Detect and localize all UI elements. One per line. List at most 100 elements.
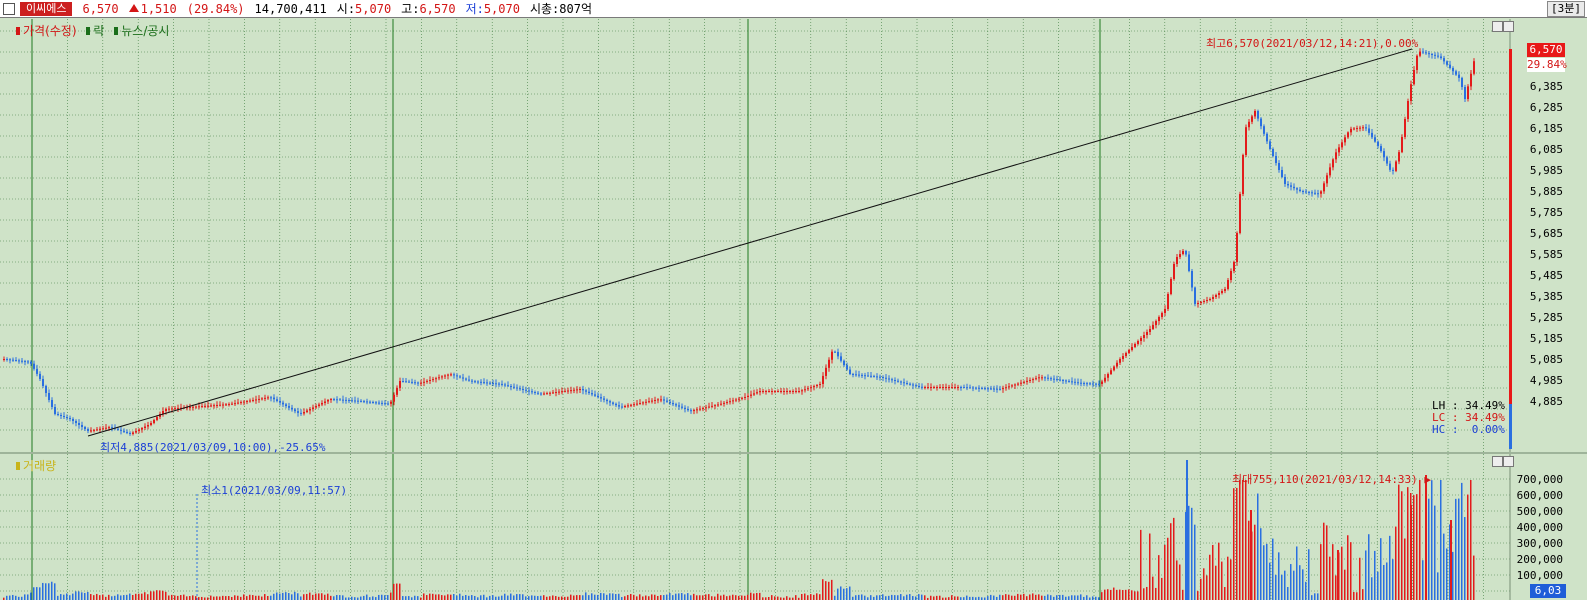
volume-bar: [813, 594, 815, 600]
volume-bar: [741, 595, 743, 600]
volume-bar: [108, 594, 110, 600]
volume-pane-maximize-icon[interactable]: [1492, 456, 1503, 467]
legend-price[interactable]: 가격(수정): [16, 24, 77, 38]
price-axis-tick: 6,385: [1529, 80, 1563, 93]
candle-body: [708, 406, 710, 408]
volume-pane-close-icon[interactable]: [1503, 456, 1514, 467]
volume-bar: [1023, 593, 1025, 600]
candle-body: [363, 401, 365, 403]
legend-ex-label: 락: [93, 24, 105, 38]
volume-bar: [885, 596, 887, 600]
volume-bar: [57, 595, 59, 600]
candle-body: [66, 417, 68, 418]
volume-bar: [294, 591, 296, 600]
volume-axis-tick: 300,000: [1516, 537, 1563, 550]
stock-header-bar: 이씨에스 6,570 1,510 (29.84%) 14,700,411 시:5…: [0, 0, 1587, 18]
candle-body: [582, 389, 584, 391]
candle-body: [549, 392, 551, 394]
volume-bar: [1464, 517, 1466, 600]
volume-bar: [1146, 586, 1148, 600]
volume-bar: [696, 595, 698, 600]
volume-bar: [933, 596, 935, 600]
volume-bar: [906, 594, 908, 600]
volume-bar: [738, 595, 740, 600]
volume-bar: [519, 594, 521, 600]
candle-body: [669, 401, 671, 403]
low-value: 5,070: [483, 2, 520, 16]
volume-bar: [120, 595, 122, 600]
candle-body: [45, 386, 47, 393]
volume-bar: [825, 581, 827, 600]
candle-body: [1083, 383, 1085, 385]
candle-body: [510, 386, 512, 387]
candle-body: [588, 391, 590, 394]
market-cap: 시총:807억: [530, 0, 592, 17]
candle-body: [540, 393, 542, 395]
volume-bar: [78, 591, 80, 600]
candle-body: [894, 380, 896, 381]
candle-body: [1062, 380, 1064, 381]
volume-bar: [834, 595, 836, 600]
candle-body: [630, 404, 632, 406]
volume-bar: [570, 594, 572, 600]
candle-body: [1266, 133, 1268, 142]
volume-bar: [156, 590, 158, 600]
candle-body: [543, 393, 545, 395]
volume-bar: [1347, 535, 1349, 600]
candle-body: [294, 409, 296, 412]
candle-body: [1293, 186, 1295, 189]
volume-bar: [117, 594, 119, 600]
candle-body: [81, 425, 83, 427]
pane-close-icon[interactable]: [1503, 21, 1514, 32]
candle-body: [387, 403, 389, 405]
volume-bar: [39, 587, 41, 600]
candle-body: [1434, 54, 1436, 56]
volume-bar: [870, 595, 872, 600]
stock-name[interactable]: 이씨에스: [20, 1, 73, 16]
volume-legend[interactable]: 거래량: [16, 457, 56, 474]
volume-bar: [1104, 589, 1106, 600]
legend-ex-rights[interactable]: 락: [86, 24, 104, 38]
volume-bar: [633, 594, 635, 600]
candle-body: [267, 397, 269, 399]
candle-body: [120, 429, 122, 431]
timeframe-button[interactable]: [3분]: [1547, 1, 1585, 17]
volume-bar: [1149, 533, 1151, 600]
pane-maximize-icon[interactable]: [1492, 21, 1503, 32]
candle-body: [297, 411, 299, 413]
candle-body: [738, 398, 740, 400]
legend-news[interactable]: 뉴스/공시: [114, 24, 169, 38]
candle-body: [1161, 313, 1163, 317]
volume-bar: [141, 593, 143, 600]
volume-bar: [681, 593, 683, 600]
trend-line[interactable]: [87, 48, 1413, 437]
volume-bar: [90, 594, 92, 600]
volume-bar: [918, 594, 920, 600]
volume-bar: [1419, 480, 1421, 600]
candle-body: [816, 385, 818, 387]
candle-body: [642, 402, 644, 404]
candle-body: [1356, 128, 1358, 130]
volume-bar: [1050, 595, 1052, 600]
volume-bar: [60, 594, 62, 600]
volume-bar: [1266, 543, 1268, 600]
candle-body: [1278, 163, 1280, 170]
candle-body: [36, 368, 38, 374]
candle-body: [468, 379, 470, 381]
volume-bar: [708, 594, 710, 600]
candle-body: [519, 388, 521, 390]
candle-body: [105, 427, 107, 429]
candle-body: [555, 392, 557, 393]
volume-bar: [795, 595, 797, 600]
volume-bar: [879, 595, 881, 600]
volume-bar: [81, 592, 83, 600]
candle-body: [1386, 157, 1388, 164]
volume-bar: [516, 594, 518, 600]
candle-body: [762, 391, 764, 392]
price-volume-chart[interactable]: [0, 19, 1587, 600]
candle-body: [861, 374, 863, 376]
volume-bar: [1317, 593, 1319, 600]
candle-body: [786, 391, 788, 392]
select-checkbox[interactable]: [3, 2, 15, 15]
volume-bar: [159, 590, 161, 600]
